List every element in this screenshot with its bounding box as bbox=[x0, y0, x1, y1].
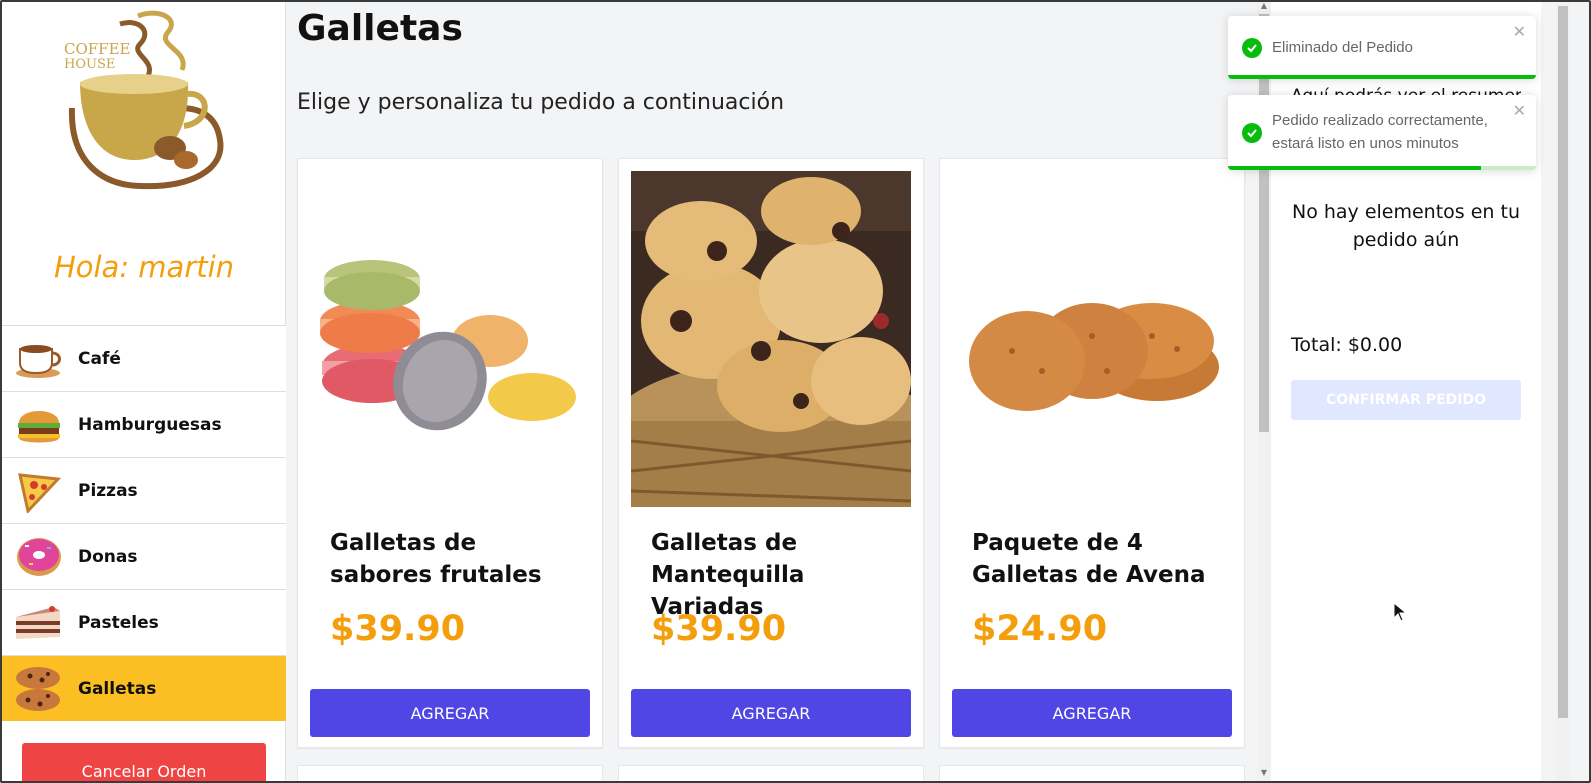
add-to-order-button[interactable]: AGREGAR bbox=[952, 689, 1232, 737]
close-icon[interactable]: ✕ bbox=[1513, 22, 1526, 41]
cake-slice-icon bbox=[14, 598, 64, 648]
category-label: Donas bbox=[78, 546, 138, 567]
scroll-up-arrow-icon[interactable]: ▲ bbox=[1257, 0, 1271, 12]
page-subtitle: Elige y personaliza tu pedido a continua… bbox=[297, 90, 785, 115]
category-galletas[interactable]: Galletas bbox=[2, 655, 286, 721]
page-scrollbar-thumb[interactable] bbox=[1558, 6, 1568, 718]
category-label: Hamburguesas bbox=[78, 414, 222, 435]
product-card: Galletas de Mantequilla Variadas $39.90 … bbox=[618, 158, 924, 748]
logo-text-coffee: COFFEE bbox=[64, 40, 131, 58]
category-label: Pizzas bbox=[78, 480, 138, 501]
toast-progress-bar bbox=[1228, 166, 1481, 170]
page-scrollbar[interactable] bbox=[1556, 0, 1570, 783]
oatmeal-cookies-image bbox=[952, 171, 1232, 507]
category-cafe[interactable]: Café bbox=[2, 325, 286, 391]
confirm-order-button[interactable]: CONFIRMAR PEDIDO bbox=[1291, 380, 1521, 420]
order-total: Total: $0.00 bbox=[1291, 334, 1403, 356]
coffee-cup-icon bbox=[14, 334, 64, 384]
donut-icon bbox=[14, 532, 64, 582]
category-list: Café Hamburguesas Pizzas Donas Pasteles bbox=[2, 325, 286, 721]
product-card: Paquete de 4 Galletas de Avena $24.90 AG… bbox=[939, 158, 1245, 748]
add-to-order-button[interactable]: AGREGAR bbox=[310, 689, 590, 737]
category-label: Pasteles bbox=[78, 612, 159, 633]
main-content: Galletas Elige y personaliza tu pedido a… bbox=[287, 0, 1257, 783]
coffee-house-logo: COFFEE HOUSE bbox=[60, 10, 230, 200]
burger-icon bbox=[14, 400, 64, 450]
macarons-image bbox=[310, 171, 590, 507]
category-pasteles[interactable]: Pasteles bbox=[2, 589, 286, 655]
toast-progress-bar bbox=[1228, 75, 1536, 79]
product-card-next-row bbox=[939, 765, 1245, 783]
product-card-next-row bbox=[297, 765, 603, 783]
page-title: Galletas bbox=[297, 8, 463, 49]
sidebar: COFFEE HOUSE Hola: martin Café Hamburgue… bbox=[2, 0, 286, 783]
empty-order-message: No hay elementos en tu pedido aún bbox=[1291, 201, 1521, 251]
product-name: Paquete de 4 Galletas de Avena bbox=[972, 530, 1206, 588]
product-name: Galletas de sabores frutales bbox=[330, 530, 542, 588]
product-price: $39.90 bbox=[330, 609, 466, 649]
toast-message: Eliminado del Pedido bbox=[1272, 39, 1413, 56]
success-check-icon bbox=[1242, 38, 1262, 58]
product-price: $39.90 bbox=[651, 609, 787, 649]
category-pizzas[interactable]: Pizzas bbox=[2, 457, 286, 523]
toast-removed: Eliminado del Pedido ✕ bbox=[1228, 16, 1536, 79]
category-hamburguesas[interactable]: Hamburguesas bbox=[2, 391, 286, 457]
top-divider bbox=[535, 0, 1033, 2]
close-icon[interactable]: ✕ bbox=[1513, 101, 1526, 120]
category-label: Café bbox=[78, 348, 121, 369]
toast-message: Pedido realizado correctamente, estará l… bbox=[1272, 112, 1488, 152]
logo-text-house: HOUSE bbox=[64, 57, 115, 72]
category-donas[interactable]: Donas bbox=[2, 523, 286, 589]
product-price: $24.90 bbox=[972, 609, 1108, 649]
cancel-order-button[interactable]: Cancelar Orden bbox=[22, 743, 266, 783]
success-check-icon bbox=[1242, 123, 1262, 143]
scroll-down-arrow-icon[interactable]: ▼ bbox=[1257, 767, 1271, 779]
product-card: Galletas de sabores frutales $39.90 AGRE… bbox=[297, 158, 603, 748]
cookies-icon bbox=[14, 664, 64, 714]
add-to-order-button[interactable]: AGREGAR bbox=[631, 689, 911, 737]
product-card-next-row bbox=[618, 765, 924, 783]
greeting-text: Hola: martin bbox=[53, 250, 235, 284]
mouse-cursor-icon bbox=[1393, 601, 1408, 626]
butter-cookies-basket-image bbox=[631, 171, 911, 507]
toast-order-placed: Pedido realizado correctamente, estará l… bbox=[1228, 95, 1536, 170]
pizza-slice-icon bbox=[14, 466, 64, 516]
category-label: Galletas bbox=[78, 678, 157, 699]
